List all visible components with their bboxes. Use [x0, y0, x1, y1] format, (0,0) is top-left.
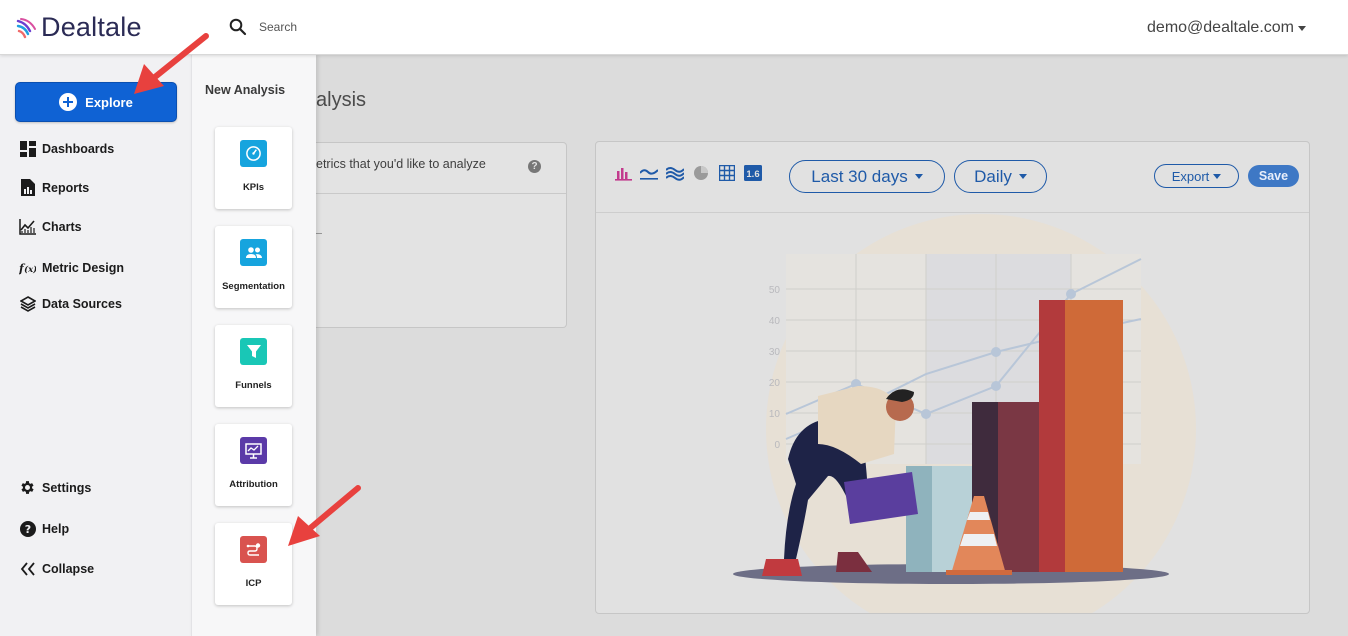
layers-icon [19, 295, 36, 312]
users-icon [240, 239, 267, 266]
export-button[interactable]: Export [1154, 164, 1239, 188]
svg-text:(x): (x) [24, 264, 36, 275]
gauge-icon [240, 140, 267, 167]
number-1-6-icon[interactable]: 1.6 [744, 164, 762, 182]
report-doc-icon [19, 179, 36, 196]
help-icon[interactable]: ? [528, 160, 541, 173]
granularity-dropdown[interactable]: Daily [954, 160, 1047, 193]
sidebar-item-settings[interactable]: Settings [19, 479, 91, 496]
gear-icon [19, 479, 36, 496]
svg-text:0: 0 [774, 440, 780, 451]
brand-name: Dealtale [41, 12, 142, 42]
sidebar-item-label: Data Sources [42, 296, 122, 311]
metric-selector-panel: etrics that you'd like to analyze ? [316, 142, 567, 328]
sidebar-item-label: Collapse [42, 561, 95, 576]
sidebar-item-label: Charts [42, 219, 82, 234]
analysis-card-funnels[interactable]: Funnels [215, 325, 292, 407]
svg-text:10: 10 [769, 409, 781, 420]
bar-chart-icon[interactable] [614, 164, 632, 182]
line-chart-icon [19, 218, 36, 235]
save-button[interactable]: Save [1248, 165, 1299, 187]
pie-icon[interactable] [692, 164, 710, 182]
question-circle-icon: ? [19, 520, 36, 537]
card-label: KPIs [242, 182, 265, 193]
funnel-icon [240, 338, 267, 365]
svg-text:?: ? [24, 523, 30, 536]
chevron-down-icon [1213, 173, 1222, 179]
sidebar-item-label: Settings [42, 480, 92, 495]
presentation-chart-icon [240, 437, 267, 464]
empty-state-illustration: 50 40 30 20 10 0 [733, 214, 1196, 613]
chart-panel: 1.6 Last 30 days Daily Export Save 50 40… [595, 141, 1310, 614]
sidebar-item-charts[interactable]: Charts [19, 218, 82, 235]
sidebar-item-reports[interactable]: Reports [19, 179, 89, 196]
svg-text:50: 50 [769, 285, 781, 296]
top-bar: Dealtale Search demo@dealtale.com [0, 0, 1348, 55]
search-icon [229, 18, 247, 36]
area-icon[interactable] [666, 164, 684, 182]
date-range-value: Last 30 days [811, 166, 908, 186]
sidebar: Explore Dashboards Reports Charts f (x) M… [0, 55, 191, 636]
chevron-down-icon [1298, 25, 1306, 31]
svg-text:20: 20 [769, 378, 781, 389]
dashboard-grid-icon [19, 140, 36, 157]
analysis-card-icp[interactable]: ICP [215, 523, 292, 605]
chevron-down-icon [914, 174, 923, 179]
brand-logo[interactable]: Dealtale [16, 12, 142, 43]
sidebar-item-label: Reports [42, 180, 90, 195]
explore-button[interactable]: Explore [15, 82, 177, 122]
export-label: Export [1171, 168, 1210, 184]
metric-selector-hint: etrics that you'd like to analyze [316, 157, 486, 171]
dealtale-logo-icon [16, 17, 36, 38]
page-title: alysis [316, 89, 367, 111]
sidebar-item-metric-design[interactable]: f (x) Metric Design [19, 259, 124, 276]
card-label: Funnels [235, 380, 272, 391]
analysis-card-attribution[interactable]: Attribution [215, 424, 292, 506]
explore-label: Explore [85, 94, 133, 110]
search-input[interactable]: Search [259, 20, 297, 34]
user-email: demo@dealtale.com [1147, 19, 1294, 36]
card-label: Attribution [229, 479, 278, 490]
line-icon[interactable] [640, 164, 658, 182]
double-chevron-left-icon [19, 560, 36, 577]
sidebar-item-label: Metric Design [42, 260, 124, 275]
svg-text:1.6: 1.6 [746, 169, 759, 180]
card-label: ICP [245, 578, 262, 589]
function-fx-icon: f (x) [19, 259, 36, 276]
new-analysis-flyout: New Analysis KPIs Segmentation Funnels A… [191, 55, 316, 636]
sidebar-item-data-sources[interactable]: Data Sources [19, 295, 122, 312]
flyout-title: New Analysis [205, 83, 286, 97]
svg-text:40: 40 [769, 316, 781, 327]
panel-divider [316, 193, 566, 194]
sidebar-item-dashboards[interactable]: Dashboards [19, 140, 114, 157]
chart-toolbar: 1.6 Last 30 days Daily Export Save [596, 142, 1309, 213]
chevron-down-icon [1018, 174, 1027, 179]
main-content: alysis etrics that you'd like to analyze… [316, 55, 1348, 636]
user-menu[interactable]: demo@dealtale.com [1147, 19, 1306, 37]
sidebar-item-collapse[interactable]: Collapse [19, 560, 94, 577]
visualization-switcher: 1.6 [614, 164, 762, 182]
route-pin-icon [240, 536, 267, 563]
granularity-value: Daily [974, 166, 1012, 186]
card-label: Segmentation [222, 281, 285, 292]
svg-text:30: 30 [769, 347, 781, 358]
sidebar-item-help[interactable]: ? Help [19, 520, 69, 537]
table-icon[interactable] [718, 164, 736, 182]
placeholder-dash [316, 233, 322, 234]
date-range-dropdown[interactable]: Last 30 days [789, 160, 945, 193]
sidebar-item-label: Dashboards [42, 141, 115, 156]
sidebar-item-label: Help [42, 521, 70, 536]
search-bar[interactable]: Search [229, 18, 297, 36]
analysis-card-kpis[interactable]: KPIs [215, 127, 292, 209]
plus-circle-icon [59, 93, 78, 111]
analysis-card-segmentation[interactable]: Segmentation [215, 226, 292, 308]
